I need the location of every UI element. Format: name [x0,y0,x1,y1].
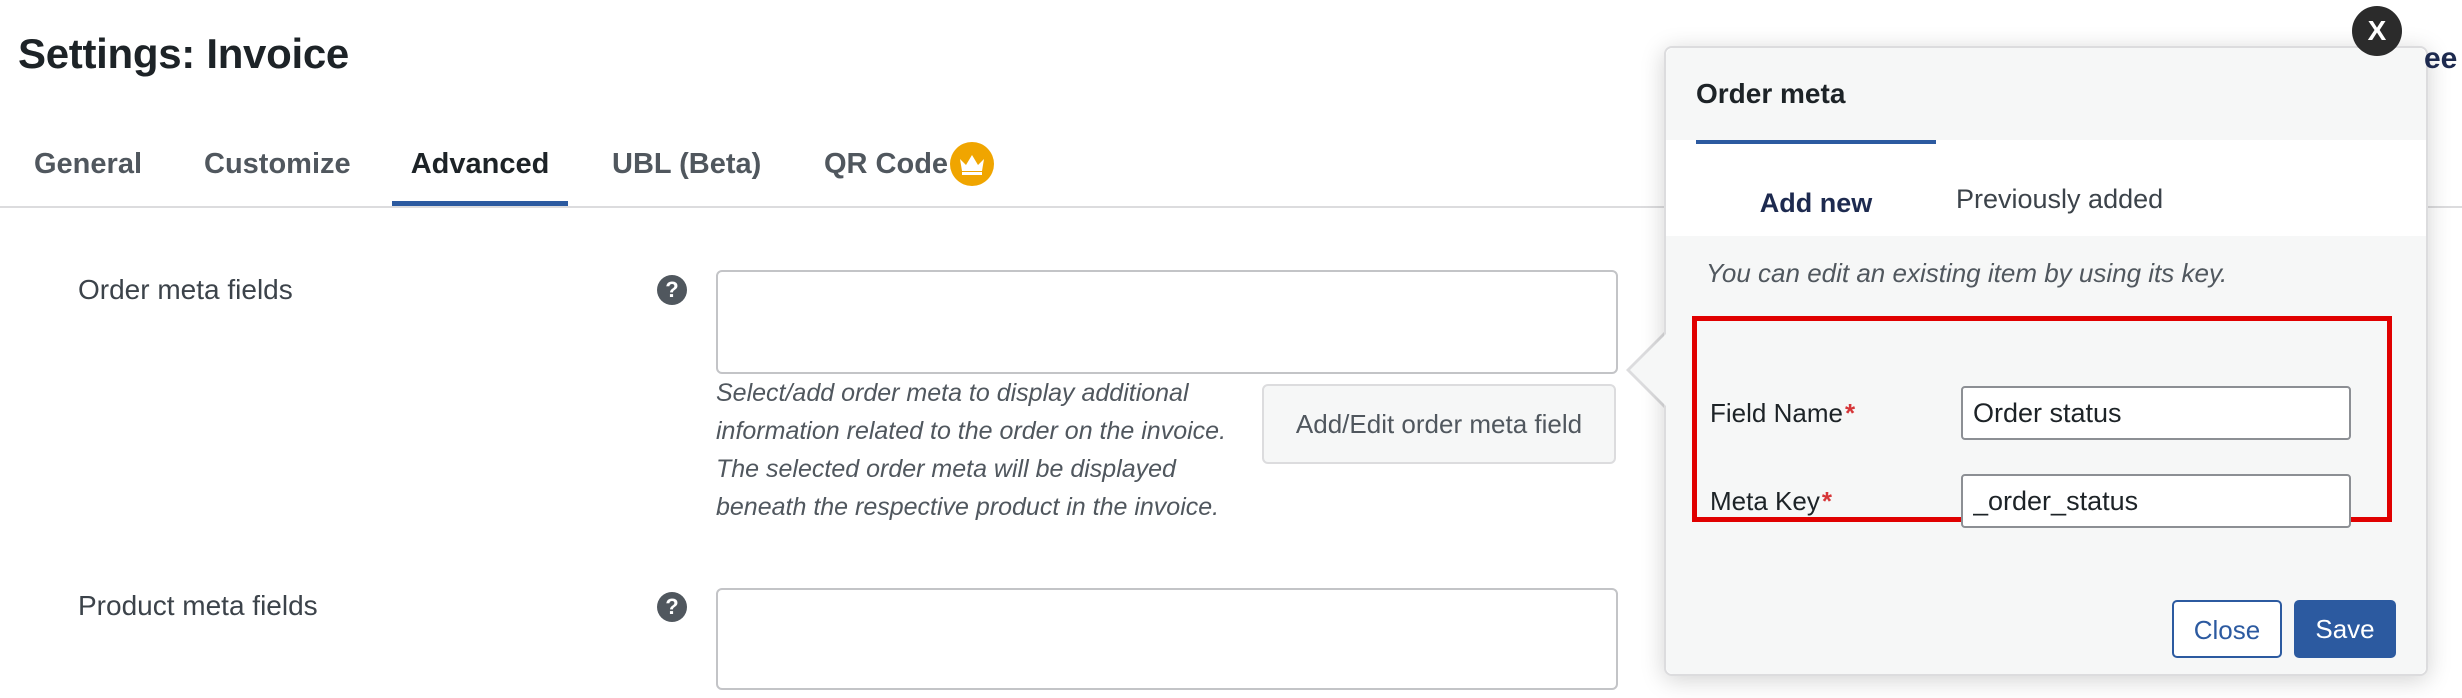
field-name-label: Field Name* [1710,398,1855,429]
required-mark: * [1844,398,1856,428]
order-meta-description: Select/add order meta to display additio… [716,374,1226,526]
popup-arrow-inner [1630,332,1668,408]
tab-previously-added[interactable]: Previously added [1956,140,2196,232]
help-icon[interactable]: ? [657,592,687,622]
popup-header: Order meta [1666,48,2426,140]
field-name-label-text: Field Name [1710,398,1843,428]
description-line: Select/add order meta to display additio… [716,379,1189,407]
meta-key-label-text: Meta Key [1710,486,1820,516]
tab-add-new[interactable]: Add new [1696,140,1936,232]
meta-key-input[interactable] [1961,474,2351,528]
tab-customize[interactable]: Customize [204,138,351,204]
tab-advanced[interactable]: Advanced [392,138,568,206]
popup-body: You can edit an existing item by using i… [1666,236,2426,584]
popup-tabs: Add new Previously added [1666,140,2426,238]
tab-ubl-beta[interactable]: UBL (Beta) [612,138,761,204]
close-button[interactable]: Close [2172,600,2282,658]
description-line: information related to the order on the … [716,417,1227,445]
popup-hint: You can edit an existing item by using i… [1706,258,2228,288]
product-meta-select[interactable] [716,588,1618,690]
field-name-input[interactable] [1961,386,2351,440]
product-meta-fields-label: Product meta fields [78,590,318,621]
order-meta-fields-label: Order meta fields [78,274,293,305]
peek-text: ee [2424,42,2458,75]
order-meta-select[interactable] [716,270,1618,374]
close-icon[interactable]: X [2352,6,2402,56]
popup-title: Order meta [1696,78,1846,109]
order-meta-popup: Order meta Add new Previously added You … [1664,46,2428,676]
save-button[interactable]: Save [2294,600,2396,658]
description-line: The selected order meta will be displaye… [716,455,1176,483]
tab-qr-code-label: QR Code [824,148,949,180]
description-line: beneath the respective product in the in… [716,493,1220,521]
popup-footer: Close Save [1666,584,2426,674]
add-edit-order-meta-button[interactable]: Add/Edit order meta field [1262,384,1616,464]
required-mark: * [1821,486,1832,516]
page-title: Settings: Invoice [18,30,349,77]
crown-icon [950,142,994,186]
meta-key-label: Meta Key* [1710,486,1832,517]
tab-qr-code[interactable]: QR Code [824,138,948,204]
tab-general[interactable]: General [34,138,142,204]
help-icon[interactable]: ? [657,275,687,305]
